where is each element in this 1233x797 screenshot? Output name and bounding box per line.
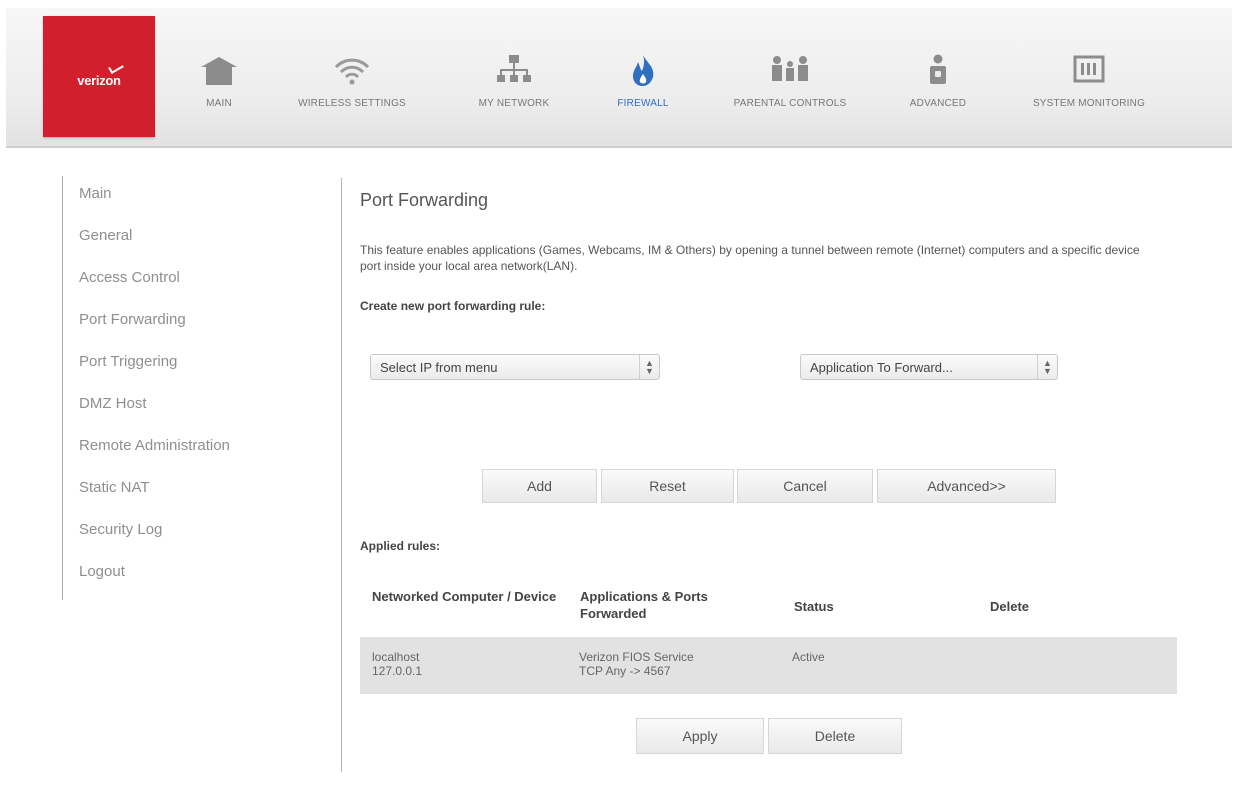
nav-wireless-settings[interactable]: WIRELESS SETTINGS [274, 52, 430, 132]
applied-rules-label: Applied rules: [360, 539, 441, 553]
rule-status: Active [792, 650, 825, 664]
sidebar-item-static-nat[interactable]: Static NAT [79, 479, 150, 496]
nav-firewall[interactable]: FIREWALL [600, 52, 686, 132]
column-header-status: Status [794, 599, 834, 614]
column-header-applications: Applications & Ports Forwarded [580, 589, 708, 621]
advanced-button[interactable]: Advanced>> [877, 469, 1056, 503]
person-lock-icon [918, 52, 958, 88]
select-arrows-icon: ▲ ▼ [639, 355, 659, 379]
nav-system-monitoring[interactable]: SYSTEM MONITORING [1002, 52, 1176, 132]
page-title: Port Forwarding [360, 190, 489, 210]
sidebar-item-dmz-host[interactable]: DMZ Host [79, 395, 147, 412]
column-header-device: Networked Computer / Device [372, 589, 557, 604]
application-select[interactable]: Application To Forward... ▲ ▼ [800, 354, 1058, 380]
application-select-value: Application To Forward... [810, 359, 953, 375]
nav-advanced[interactable]: ADVANCED [890, 52, 986, 132]
device-name: localhost [372, 650, 420, 664]
sidebar-item-port-triggering[interactable]: Port Triggering [79, 353, 177, 370]
create-rule-label: Create new port forwarding rule: [360, 299, 546, 313]
reset-button[interactable]: Reset [601, 469, 734, 503]
nav-firewall-label: FIREWALL [617, 98, 669, 109]
sidebar-item-general[interactable]: General [79, 227, 132, 244]
sidebar-item-logout[interactable]: Logout [79, 563, 125, 580]
nav-advanced-label: ADVANCED [909, 98, 967, 109]
delete-button[interactable]: Delete [768, 718, 902, 754]
nav-main[interactable]: MAIN [182, 52, 256, 132]
network-icon [494, 52, 534, 88]
nav-my-network[interactable]: MY NETWORK [454, 52, 574, 132]
select-arrows-icon: ▲ ▼ [1037, 355, 1057, 379]
sidebar: Main General Access Control Port Forward… [62, 176, 292, 600]
add-button[interactable]: Add [482, 469, 597, 503]
flame-icon [623, 52, 663, 88]
ip-select[interactable]: Select IP from menu ▲ ▼ [370, 354, 660, 380]
application-ports: TCP Any -> 4567 [579, 664, 671, 678]
content-divider [341, 178, 342, 772]
top-navigation-bar: verizon MAIN WIRELESS SETTINGS MY NETWOR… [6, 8, 1232, 148]
wifi-icon [332, 52, 372, 88]
monitor-icon [1069, 52, 1109, 88]
nav-parental-controls[interactable]: PARENTAL CONTROLS [702, 52, 878, 132]
nav-wireless-settings-label: WIRELESS SETTINGS [298, 98, 406, 109]
sidebar-item-port-forwarding[interactable]: Port Forwarding [79, 311, 186, 328]
sidebar-item-security-log[interactable]: Security Log [79, 521, 162, 538]
nav-parental-controls-label: PARENTAL CONTROLS [733, 98, 847, 109]
nav-main-label: MAIN [206, 98, 232, 109]
verizon-logo[interactable]: verizon [43, 16, 155, 137]
table-row[interactable]: localhost 127.0.0.1 Verizon FIOS Service… [360, 637, 1177, 694]
sidebar-item-main[interactable]: Main [79, 185, 112, 202]
family-icon [768, 52, 812, 88]
device-ip: 127.0.0.1 [372, 664, 423, 678]
ip-select-value: Select IP from menu [380, 359, 498, 375]
sidebar-item-remote-administration[interactable]: Remote Administration [79, 437, 230, 454]
home-icon [199, 52, 239, 88]
application-name: Verizon FIOS Service [579, 650, 694, 664]
page-description: This feature enables applications (Games… [360, 243, 1140, 273]
apply-button[interactable]: Apply [636, 718, 764, 754]
nav-my-network-label: MY NETWORK [478, 98, 550, 109]
sidebar-item-access-control[interactable]: Access Control [79, 269, 180, 286]
nav-system-monitoring-label: SYSTEM MONITORING [1032, 98, 1146, 109]
column-header-delete: Delete [990, 599, 1030, 614]
logo-text: verizon [77, 73, 121, 88]
cancel-button[interactable]: Cancel [737, 469, 873, 503]
